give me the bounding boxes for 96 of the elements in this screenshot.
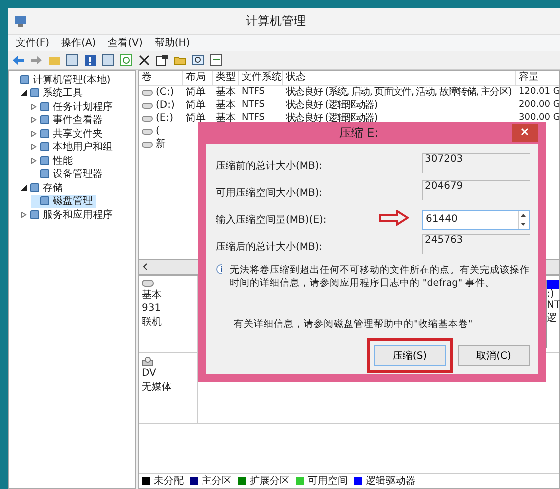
- menu-item[interactable]: 查看(V): [108, 36, 143, 50]
- dialog-button[interactable]: 取消(C): [458, 345, 530, 366]
- window-title: 计算机管理: [245, 12, 307, 30]
- collapsed-arrow-icon[interactable]: [31, 117, 37, 124]
- menu-item[interactable]: 操作(A): [62, 36, 96, 50]
- forward-arrow-icon[interactable]: [30, 54, 43, 66]
- panel-icon[interactable]: [102, 54, 115, 66]
- column-header[interactable]: 文件系统: [239, 71, 283, 86]
- table-cell: 简单: [186, 112, 206, 125]
- node-icon: [40, 102, 50, 112]
- close-button[interactable]: [512, 124, 538, 142]
- tree-item[interactable]: 性能: [31, 154, 76, 168]
- legend-label: 逻辑驱动器: [366, 474, 416, 488]
- node-icon: [30, 88, 40, 98]
- menu-item[interactable]: 文件(F): [16, 36, 50, 50]
- node-icon: [40, 196, 50, 206]
- node-icon: [40, 142, 50, 152]
- disk-label: DV: [142, 368, 158, 379]
- table-cell: 基本: [216, 86, 236, 99]
- tree-item[interactable]: 任务计划程序: [31, 100, 116, 114]
- table-cell: 简单: [186, 86, 206, 99]
- drive-icon: [142, 90, 153, 96]
- table-cell: (: [156, 125, 160, 138]
- field-label: 可用压缩空间大小(MB):: [216, 186, 323, 200]
- table-cell: 状态良好 (系统, 启动, 页面文件, 活动, 故障转储, 主分区): [286, 86, 512, 99]
- table-cell: (D:): [156, 99, 175, 112]
- expanded-arrow-icon[interactable]: [21, 90, 27, 96]
- menu-item[interactable]: 帮助(H): [154, 36, 190, 50]
- collapsed-arrow-icon[interactable]: [31, 104, 37, 110]
- column-header[interactable]: 容量: [516, 71, 559, 86]
- table-cell: NTFS: [242, 99, 265, 112]
- tree-item[interactable]: 本地用户和组: [31, 140, 116, 154]
- drive-icon: [142, 102, 153, 108]
- column-header[interactable]: 类型: [213, 71, 239, 86]
- table-cell: 基本: [216, 112, 236, 125]
- legend-label: 扩展分区: [250, 474, 290, 488]
- help-text: 有关详细信息，请参阅磁盘管理帮助中的"收缩基本卷": [234, 318, 474, 331]
- field-label: 压缩后的总计大小(MB):: [216, 240, 323, 254]
- close-icon[interactable]: [138, 54, 151, 66]
- optical-drive-icon: [142, 357, 154, 367]
- value-field: 307203: [422, 152, 530, 172]
- pointer-arrow-icon: [379, 210, 409, 226]
- legend-label: 主分区: [202, 474, 232, 488]
- scroll-left-icon[interactable]: [143, 263, 148, 271]
- tree-item[interactable]: 磁盘管理: [31, 194, 96, 208]
- tree-item[interactable]: 共享文件夹: [31, 127, 106, 140]
- node-icon: [40, 115, 50, 126]
- collapsed-arrow-icon[interactable]: [31, 144, 37, 150]
- node-icon: [30, 210, 40, 220]
- properties-icon[interactable]: [156, 54, 169, 66]
- legend-label: 可用空间: [308, 474, 348, 488]
- panel-icon[interactable]: [66, 54, 79, 66]
- value-field: 204679: [422, 180, 530, 200]
- disk-label: 基本: [142, 288, 163, 302]
- column-header[interactable]: 卷: [139, 71, 183, 86]
- computer-icon: [14, 14, 28, 28]
- column-header[interactable]: 状态: [283, 71, 516, 86]
- legend-label: 未分配: [154, 474, 184, 488]
- table-cell: 状态良好 (逻辑驱动器): [286, 99, 378, 112]
- node-icon: [40, 156, 50, 166]
- info-icon: [216, 264, 222, 275]
- drive-icon: [142, 142, 153, 148]
- node-icon: [40, 128, 50, 139]
- tree-item[interactable]: 存储: [21, 181, 66, 194]
- table-cell: 新: [156, 138, 166, 151]
- table-cell: (E:): [156, 112, 174, 125]
- info-text: 无法将卷压缩到超出任何不可移动的文件所在的点。有关完成该操作时间的详细信息，请参阅应用程序日志中的 "defrag" 事件。: [230, 264, 530, 290]
- field-label: 输入压缩空间量(MB)(E):: [216, 214, 327, 226]
- value-field: 245763: [422, 234, 530, 254]
- disk-label: 无媒体: [142, 381, 173, 394]
- dialog-title: 压缩 E:: [338, 124, 380, 142]
- tree-item[interactable]: 设备管理器: [31, 168, 106, 181]
- tree-item[interactable]: 计算机管理(本地): [11, 73, 114, 86]
- spin-field[interactable]: 61440: [422, 210, 530, 230]
- disk-label: 联机: [142, 316, 163, 329]
- table-cell: NTFS: [242, 112, 265, 125]
- table-cell: 基本: [216, 99, 236, 112]
- column-header[interactable]: 布局: [183, 71, 213, 86]
- node-icon: [20, 74, 30, 85]
- tree-item[interactable]: 事件查看器: [31, 114, 106, 127]
- disk-label: 931: [142, 303, 162, 314]
- field-label: 压缩前的总计大小(MB):: [216, 160, 323, 172]
- tree-item[interactable]: 服务和应用程序: [21, 208, 116, 222]
- table-cell: NTFS: [242, 86, 265, 99]
- table-cell: 简单: [186, 99, 206, 112]
- table-cell: (C:): [156, 86, 174, 99]
- collapsed-arrow-icon[interactable]: [21, 212, 27, 218]
- drive-icon: [142, 128, 153, 134]
- back-arrow-icon[interactable]: [12, 54, 25, 66]
- tree-item[interactable]: 系统工具: [21, 86, 86, 100]
- drive-icon: [142, 116, 153, 122]
- collapsed-arrow-icon[interactable]: [31, 130, 37, 137]
- node-icon: [40, 169, 50, 180]
- node-icon: [30, 182, 40, 193]
- collapsed-arrow-icon[interactable]: [31, 158, 37, 164]
- expanded-arrow-icon[interactable]: [21, 184, 27, 191]
